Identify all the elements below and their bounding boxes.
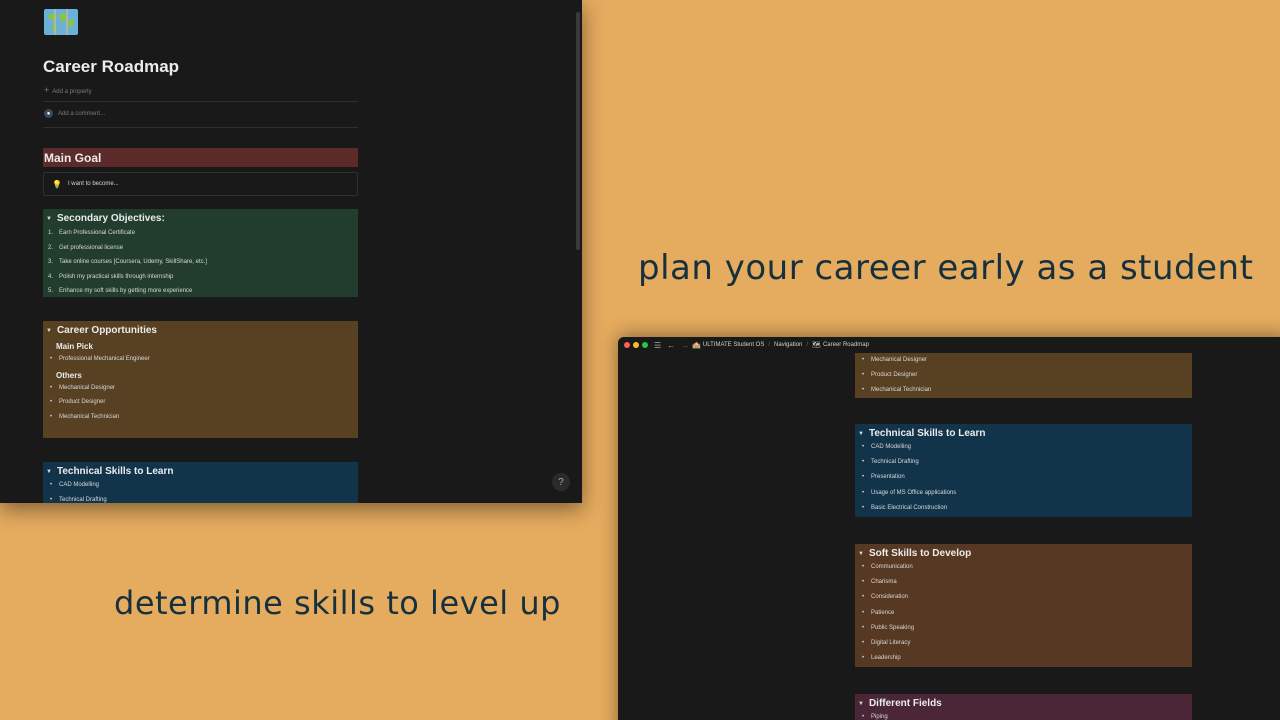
divider — [43, 127, 358, 128]
toggle-triangle-icon[interactable]: ▼ — [858, 701, 864, 707]
window-toolbar: ☰ ← → 🏫 ULTIMATE Student OS / Navigation… — [618, 337, 1280, 353]
back-arrow-icon[interactable]: ← — [667, 341, 675, 350]
secondary-objectives-heading: Secondary Objectives: — [56, 213, 165, 224]
toggle-triangle-icon[interactable]: ▼ — [46, 216, 52, 222]
others-heading: Others — [56, 370, 82, 380]
close-window-button[interactable] — [624, 342, 630, 348]
main-pick-heading: Main Pick — [56, 342, 93, 351]
world-map-icon[interactable] — [43, 6, 79, 38]
technical-skills-toggle[interactable]: ▼ Technical Skills to Learn CAD Modellin… — [855, 424, 1192, 517]
toggle-triangle-icon[interactable]: ▼ — [46, 328, 52, 334]
list-item: 1. Earn Professional Certificate — [48, 230, 136, 236]
list-item: Mechanical Designer — [46, 381, 355, 396]
main-goal-callout[interactable]: 💡 I want to become... — [43, 172, 358, 196]
secondary-objectives-toggle[interactable]: ▼ Secondary Objectives: 1. Earn Professio… — [43, 209, 358, 297]
career-opportunities-tail[interactable]: Mechanical Designer Product Designer Mec… — [855, 353, 1192, 399]
breadcrumb-separator: / — [768, 342, 771, 348]
callout-text: I want to become... — [67, 181, 119, 187]
list-item: Public Speaking — [858, 621, 1189, 636]
list-item: Piping — [858, 710, 1189, 720]
list-item: Presentation — [858, 470, 1189, 485]
soft-skills-heading: Soft Skills to Develop — [868, 548, 972, 559]
soft-skills-toggle[interactable]: ▼ Soft Skills to Develop Communication C… — [855, 544, 1192, 667]
toggle-triangle-icon[interactable]: ▼ — [858, 551, 864, 557]
add-comment-label: Add a comment... — [58, 110, 106, 117]
career-opportunities-heading: Career Opportunities — [56, 325, 157, 336]
list-item: Communication — [858, 560, 1189, 575]
toggle-triangle-icon[interactable]: ▼ — [46, 469, 52, 475]
list-item: CAD Modelling — [46, 478, 355, 493]
help-button[interactable]: ? — [552, 473, 570, 491]
list-item: Mechanical Technician — [46, 410, 355, 425]
world-map-icon: 🗺 — [812, 342, 821, 349]
technical-skills-heading: Technical Skills to Learn — [868, 428, 986, 439]
add-property-label: Add a property — [52, 89, 92, 95]
scrollbar[interactable] — [576, 12, 580, 250]
tagline-top: plan your career early as a student — [638, 248, 1254, 288]
breadcrumb-item[interactable]: Career Roadmap — [823, 342, 869, 348]
list-item: Mechanical Designer — [858, 353, 1189, 368]
breadcrumb-item[interactable]: Navigation — [774, 342, 802, 348]
list-item: Technical Drafting — [46, 493, 355, 504]
list-item: Basic Electrical Construction — [858, 501, 1189, 516]
second-window: ☰ ← → 🏫 ULTIMATE Student OS / Navigation… — [618, 337, 1280, 720]
list-item: CAD Modelling — [858, 440, 1189, 455]
different-fields-heading: Different Fields — [868, 698, 942, 709]
divider — [43, 101, 358, 102]
list-item: 2. Get professional license — [48, 244, 124, 251]
list-item: Consideration — [858, 590, 1189, 605]
tagline-bottom: determine skills to level up — [114, 584, 561, 622]
technical-skills-heading: Technical Skills to Learn — [56, 466, 174, 477]
breadcrumb-separator: / — [806, 342, 809, 348]
list-item: Product Designer — [858, 368, 1189, 383]
list-item: Usage of MS Office applications — [858, 486, 1189, 501]
list-item: Mechanical Technician — [858, 383, 1189, 398]
breadcrumb-item[interactable]: ULTIMATE Student OS — [703, 342, 764, 348]
minimize-window-button[interactable] — [633, 342, 639, 348]
add-property-button[interactable]: + Add a property — [44, 85, 92, 95]
maximize-window-button[interactable] — [642, 342, 648, 348]
forward-arrow-icon[interactable]: → — [681, 341, 689, 350]
list-item: 3. Take online courses [Coursera, Udemy, … — [48, 259, 207, 265]
list-item: Technical Drafting — [858, 455, 1189, 470]
list-item: Product Designer — [46, 395, 355, 410]
school-icon: 🏫 — [692, 342, 701, 349]
add-comment-field[interactable]: ● Add a comment... — [44, 109, 105, 118]
lightbulb-icon: 💡 — [52, 179, 62, 189]
list-item: 4. Polish my practical skills through int… — [48, 273, 174, 280]
main-goal-heading: Main Goal — [43, 148, 358, 167]
different-fields-toggle[interactable]: ▼ Different Fields Piping — [855, 694, 1192, 720]
career-opportunities-toggle[interactable]: ▼ Career Opportunities Main Pick Profess… — [43, 321, 358, 438]
list-item: Patience — [858, 606, 1189, 621]
page-title: Career Roadmap — [43, 57, 180, 76]
toggle-triangle-icon[interactable]: ▼ — [858, 431, 864, 437]
menu-icon[interactable]: ☰ — [654, 341, 661, 350]
list-item: Leadership — [858, 651, 1189, 666]
main-window: Career Roadmap + Add a property ● Add a c… — [0, 0, 582, 503]
avatar: ● — [44, 109, 53, 118]
list-item: 5. Enhance my soft skills by getting more… — [48, 288, 193, 294]
list-item: Professional Mechanical Engineer — [46, 352, 355, 367]
plus-icon: + — [44, 85, 50, 95]
list-item: Digital Literacy — [858, 636, 1189, 651]
technical-skills-toggle[interactable]: ▼ Technical Skills to Learn CAD Modellin… — [43, 462, 358, 503]
list-item: Charisma — [858, 575, 1189, 590]
